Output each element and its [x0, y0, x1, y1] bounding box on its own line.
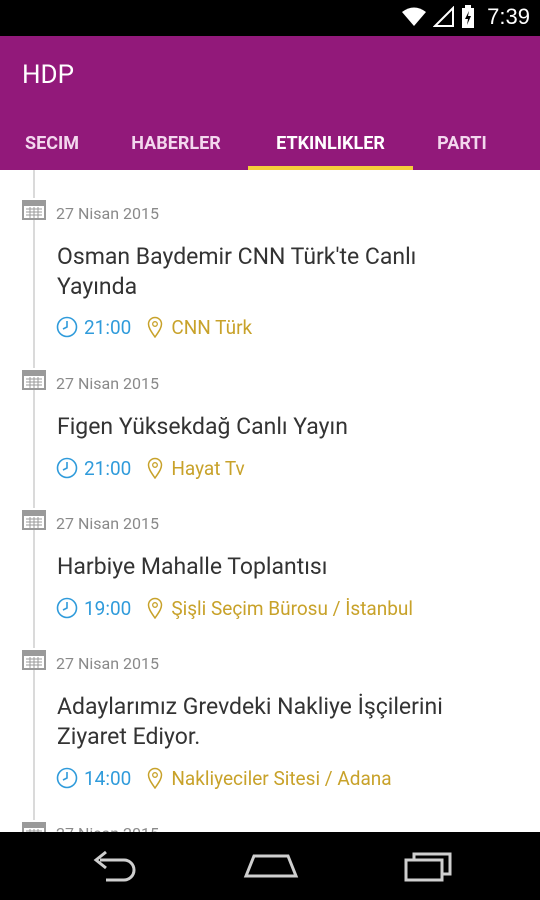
event-location: Şişli Seçim Bürosu / İstanbul [171, 596, 414, 620]
back-icon[interactable] [86, 846, 140, 886]
calendar-icon [22, 820, 46, 832]
location-pin-icon [148, 767, 163, 789]
tab-parti[interactable]: PARTI [428, 126, 496, 170]
location-pin-icon [148, 457, 163, 479]
app-title: HDP [22, 60, 75, 90]
event-list[interactable]: 27 Nisan 2015 Osman Baydemir CNN Türk'te… [0, 170, 540, 832]
calendar-icon [22, 368, 46, 390]
event-date: 27 Nisan 2015 [56, 374, 159, 393]
home-icon[interactable] [242, 846, 300, 886]
event-meta: 19:00 Şişli Seçim Bürosu / İstanbul [56, 596, 413, 620]
clock-time: 7:39 [487, 4, 530, 29]
timeline-line [33, 170, 35, 832]
tab-haberler[interactable]: HABERLER [120, 126, 232, 170]
event-time: 19:00 [84, 596, 132, 620]
event-date: 27 Nisan 2015 [56, 514, 159, 533]
event-location: Nakliyeciler Sitesi / Adana [171, 766, 392, 790]
event-date: 27 Nisan 2015 [56, 824, 159, 832]
event-location: CNN Türk [171, 315, 253, 339]
tab-secim[interactable]: SECIM [10, 126, 94, 170]
status-bar: 7:39 [0, 0, 540, 36]
event-meta: 21:00 Hayat Tv [56, 456, 245, 480]
location-pin-icon [148, 316, 163, 338]
event-time: 14:00 [84, 766, 132, 790]
event-location: Hayat Tv [171, 456, 245, 480]
battery-icon [462, 5, 475, 28]
navigation-bar [0, 832, 540, 900]
wifi-icon [402, 7, 427, 26]
clock-icon [56, 457, 78, 479]
event-title: Harbiye Mahalle Toplantısı [57, 553, 328, 580]
signal-icon [433, 6, 455, 27]
event-time: 21:00 [84, 456, 132, 480]
location-pin-icon [148, 597, 163, 619]
clock-icon [56, 316, 78, 338]
event-title: Figen Yüksekdağ Canlı Yayın [57, 413, 348, 440]
tab-etkinlikler[interactable]: ETKINLIKLER [248, 126, 413, 170]
event-date: 27 Nisan 2015 [56, 204, 159, 223]
event-title: Adaylarımız Grevdeki Nakliye İşçilerini … [57, 693, 443, 750]
event-meta: 14:00 Nakliyeciler Sitesi / Adana [56, 766, 392, 790]
calendar-icon [22, 508, 46, 530]
tab-bar: SECIM HABERLER ETKINLIKLER PARTI [0, 126, 540, 170]
clock-icon [56, 767, 78, 789]
app-bar: HDP SECIM HABERLER ETKINLIKLER PARTI [0, 36, 540, 170]
recent-apps-icon[interactable] [402, 846, 456, 886]
calendar-icon [22, 648, 46, 670]
event-time: 21:00 [84, 315, 132, 339]
calendar-icon [22, 198, 46, 220]
clock-icon [56, 597, 78, 619]
event-meta: 21:00 CNN Türk [56, 315, 252, 339]
event-title: Osman Baydemir CNN Türk'te Canlı Yayında [57, 243, 417, 300]
event-date: 27 Nisan 2015 [56, 654, 159, 673]
